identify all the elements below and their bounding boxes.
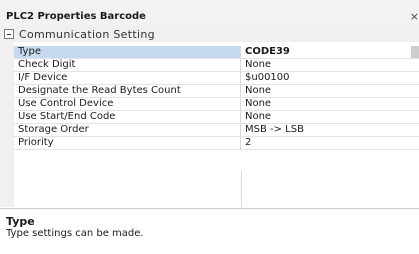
- property-row-if-device[interactable]: I/F Device $u00100: [14, 72, 419, 85]
- property-value[interactable]: 2: [245, 137, 419, 149]
- property-name: Priority: [14, 137, 241, 149]
- property-name: Storage Order: [14, 124, 241, 136]
- panel-title: PLC2 Properties Barcode: [6, 11, 146, 22]
- dropdown-button[interactable]: [411, 46, 419, 58]
- property-value[interactable]: None: [245, 111, 419, 123]
- property-row-use-start-end-code[interactable]: Use Start/End Code None: [14, 111, 419, 124]
- property-row-read-bytes-count[interactable]: Designate the Read Bytes Count None: [14, 85, 419, 98]
- property-name: Designate the Read Bytes Count: [14, 85, 241, 97]
- property-value-text: CODE39: [245, 46, 290, 57]
- collapse-icon[interactable]: [4, 29, 14, 39]
- property-name: Use Control Device: [14, 98, 241, 110]
- category-label: Communication Setting: [19, 28, 155, 41]
- column-divider[interactable]: [241, 171, 242, 207]
- panel-titlebar: PLC2 Properties Barcode ×: [0, 0, 419, 26]
- property-name: Use Start/End Code: [14, 111, 241, 123]
- property-row-type[interactable]: Type CODE39: [14, 46, 419, 59]
- category-communication-setting[interactable]: Communication Setting: [0, 26, 419, 42]
- property-value[interactable]: None: [245, 98, 419, 110]
- property-name: Check Digit: [14, 59, 241, 71]
- property-row-priority[interactable]: Priority 2: [14, 137, 419, 150]
- property-row-storage-order[interactable]: Storage Order MSB -> LSB: [14, 124, 419, 137]
- property-value[interactable]: None: [245, 59, 419, 71]
- property-grid: Type CODE39 Check Digit None I/F Device …: [14, 46, 419, 150]
- property-value[interactable]: MSB -> LSB: [245, 124, 419, 136]
- description-title: Type: [6, 215, 35, 228]
- description-text: Type settings can be made.: [6, 228, 144, 239]
- grid-margin: [0, 42, 14, 207]
- property-row-check-digit[interactable]: Check Digit None: [14, 59, 419, 72]
- property-name: Type: [14, 46, 241, 58]
- property-value[interactable]: None: [245, 85, 419, 97]
- grid-empty-area: [14, 171, 419, 207]
- description-pane: Type Type settings can be made.: [0, 208, 419, 254]
- property-value[interactable]: $u00100: [245, 72, 419, 84]
- property-name: I/F Device: [14, 72, 241, 84]
- property-value[interactable]: CODE39: [245, 46, 419, 58]
- property-row-use-control-device[interactable]: Use Control Device None: [14, 98, 419, 111]
- close-icon[interactable]: ×: [409, 10, 419, 23]
